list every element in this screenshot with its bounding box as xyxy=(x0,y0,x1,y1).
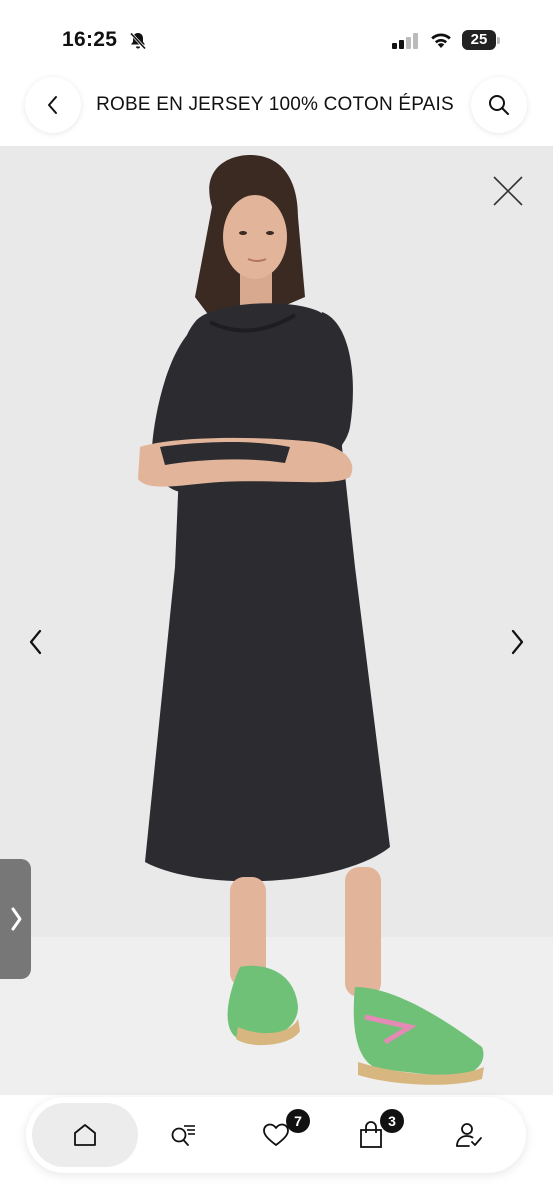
nav-search[interactable] xyxy=(163,1115,203,1155)
wifi-icon xyxy=(431,33,451,48)
search-list-icon xyxy=(171,1125,195,1146)
signal-icon xyxy=(392,33,418,49)
nav-account[interactable] xyxy=(449,1115,489,1155)
status-bar: 16:25 25 xyxy=(0,0,553,80)
chevron-left-icon[interactable] xyxy=(24,627,48,657)
heart-icon xyxy=(263,1123,289,1146)
product-image-viewer[interactable] xyxy=(0,147,553,1095)
page-title: ROBE EN JERSEY 100% COTON ÉPAIS xyxy=(96,94,454,115)
account-icon xyxy=(456,1123,482,1147)
top-header: ROBE EN JERSEY 100% COTON ÉPAIS xyxy=(0,77,553,147)
side-tab-chevron-icon xyxy=(11,907,21,931)
back-button[interactable] xyxy=(25,77,81,133)
status-time: 16:25 xyxy=(62,28,118,51)
search-button[interactable] xyxy=(471,77,527,133)
nav-cart[interactable]: 3 xyxy=(351,1109,404,1155)
battery-level: 25 xyxy=(470,31,488,48)
back-icon xyxy=(48,96,57,114)
battery-icon: 25 xyxy=(462,30,502,52)
bell-slash-icon xyxy=(129,32,147,50)
favorites-badge: 7 xyxy=(286,1109,310,1133)
close-icon[interactable] xyxy=(489,172,527,210)
home-icon xyxy=(74,1124,96,1146)
search-icon xyxy=(489,95,509,115)
side-drawer-tab[interactable] xyxy=(0,859,31,979)
nav-home[interactable] xyxy=(32,1103,138,1167)
bottom-nav: 7 3 xyxy=(26,1097,526,1173)
chevron-right-icon[interactable] xyxy=(505,627,529,657)
product-photo-model xyxy=(138,155,484,1085)
cart-badge: 3 xyxy=(380,1109,404,1133)
nav-favorites[interactable]: 7 xyxy=(256,1109,310,1155)
